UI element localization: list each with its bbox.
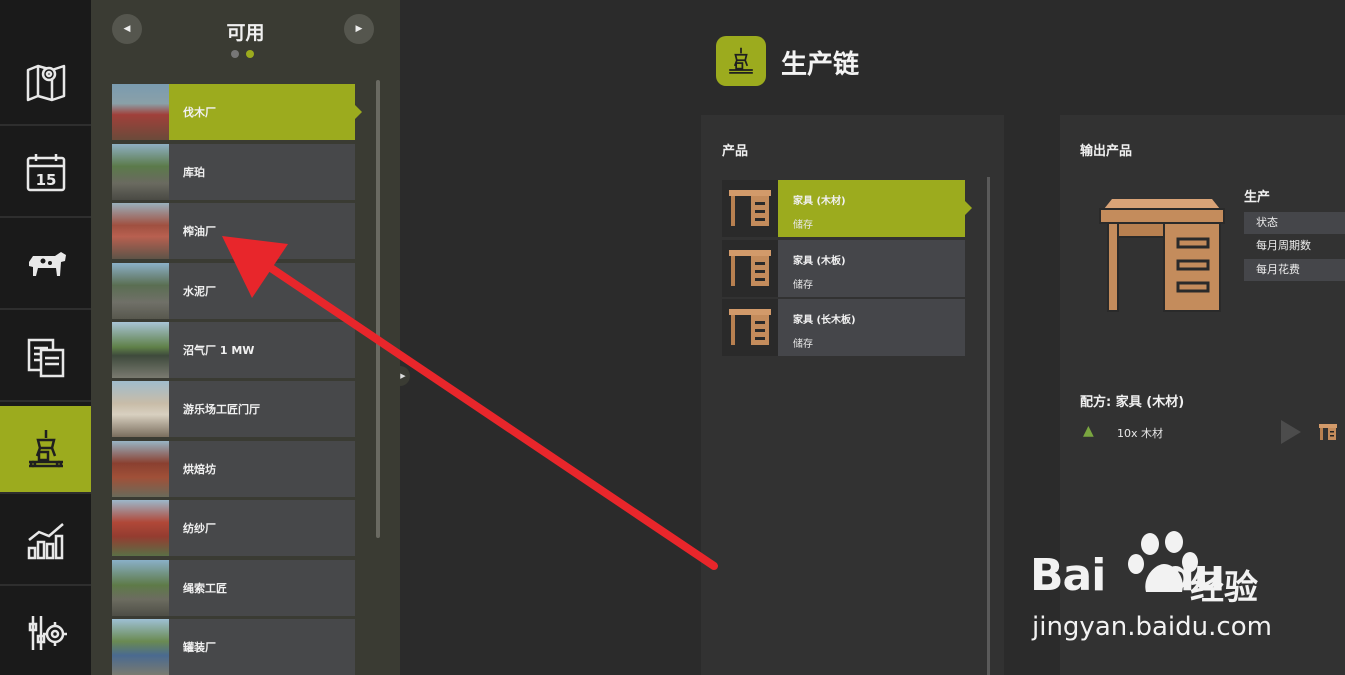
stat-cycles: 每月周期数	[1256, 239, 1311, 252]
thumbnail	[112, 322, 169, 378]
product-name: 家具 (长木板)	[793, 315, 856, 326]
thumbnail	[112, 263, 169, 319]
play-icon	[1281, 420, 1301, 444]
thumbnail	[112, 144, 169, 200]
desk-icon	[722, 299, 778, 356]
desk-icon	[1099, 199, 1225, 312]
recipe-input: 10x 木材	[1117, 427, 1164, 440]
list-scrollbar[interactable]	[376, 80, 380, 538]
list-item-label: 烘焙坊	[183, 463, 216, 476]
list-item[interactable]: 伐木厂	[112, 84, 362, 140]
list-item[interactable]: 纺纱厂	[112, 500, 355, 556]
list-item-label: 伐木厂	[183, 106, 216, 119]
baidu-watermark: Bai du 经验 jingyan.baidu.com	[1030, 530, 1330, 645]
page-title: 生产链	[781, 50, 860, 80]
list-item[interactable]: 库珀	[112, 144, 355, 200]
product-item[interactable]: 家具 (长木板) 储存	[722, 299, 965, 356]
next-arrow-icon: ▶	[355, 24, 363, 34]
list-item[interactable]: 游乐场工匠门厅	[112, 381, 355, 437]
nav-stats[interactable]	[0, 498, 91, 586]
list-item[interactable]: 罐装厂	[112, 619, 355, 675]
product-item[interactable]: 家具 (木材) 储存	[722, 180, 972, 237]
products-panel: 产品 家具 (木材) 储存 家具 (木板) 储存 家具 (长木板) 储存	[701, 115, 1004, 675]
list-item-label: 水泥厂	[183, 285, 216, 298]
chevron-right-icon: ▶	[400, 372, 406, 380]
nav-production[interactable]	[0, 406, 99, 494]
page-dot-active[interactable]	[246, 50, 254, 58]
thumbnail	[112, 381, 169, 437]
desk-icon	[1319, 424, 1337, 440]
panel-collapse-handle[interactable]: ▶	[396, 366, 410, 386]
list-item-label: 游乐场工匠门厅	[183, 403, 260, 416]
list-item-label: 罐装厂	[183, 641, 216, 654]
list-item-label: 库珀	[183, 166, 205, 179]
products-scrollbar[interactable]	[987, 177, 990, 675]
recipe-title: 配方: 家具 (木材)	[1080, 395, 1185, 410]
production-icon	[28, 430, 63, 468]
calendar-icon: 15	[26, 154, 65, 192]
nav-rail: 15	[0, 0, 99, 675]
thumbnail	[112, 619, 169, 675]
nav-animals[interactable]	[0, 222, 91, 310]
products-title: 产品	[722, 144, 749, 159]
app-root: 15 ◀ 可用 ▶ 伐木厂 库珀 榨油厂 水泥厂 沼气厂 1 MW 游乐场工匠门…	[0, 0, 1345, 675]
list-item[interactable]: 烘焙坊	[112, 441, 355, 497]
watermark-url: jingyan.baidu.com	[1032, 612, 1272, 642]
production-chain-icon	[716, 36, 766, 86]
animals-icon	[28, 252, 66, 276]
product-status: 储存	[793, 339, 813, 350]
list-item-label: 绳索工匠	[183, 582, 227, 595]
list-item[interactable]: 榨油厂	[112, 203, 355, 259]
nav-settings[interactable]	[0, 590, 91, 675]
stats-icon	[27, 523, 64, 560]
tree-icon: ▲	[1083, 423, 1094, 439]
svg-text:15: 15	[35, 171, 56, 189]
output-title: 输出产品	[1080, 144, 1133, 159]
list-item-label: 沼气厂 1 MW	[183, 344, 255, 357]
settings-icon	[28, 616, 67, 650]
thumbnail	[112, 560, 169, 616]
thumbnail	[112, 203, 169, 259]
next-page-button[interactable]: ▶	[344, 14, 374, 44]
list-item[interactable]: 绳索工匠	[112, 560, 355, 616]
list-header: ◀ 可用 ▶	[91, 0, 400, 70]
stat-costs: 每月花费	[1244, 259, 1345, 281]
thumbnail	[112, 441, 169, 497]
page-dot[interactable]	[231, 50, 239, 58]
product-status: 储存	[793, 280, 813, 291]
thumbnail	[112, 500, 169, 556]
map-icon	[26, 64, 65, 102]
page-indicator	[231, 50, 254, 58]
contracts-icon	[27, 338, 64, 378]
list-item[interactable]: 水泥厂	[112, 263, 355, 319]
thumbnail	[112, 84, 169, 140]
product-item[interactable]: 家具 (木板) 储存	[722, 240, 965, 297]
product-name: 家具 (木板)	[793, 256, 846, 267]
list-item[interactable]: 沼气厂 1 MW	[112, 322, 355, 378]
desk-icon	[722, 240, 778, 297]
product-status: 储存	[793, 220, 813, 231]
desk-icon	[722, 180, 778, 237]
list-item-label: 纺纱厂	[183, 522, 216, 535]
watermark-cn: 经验	[1190, 568, 1258, 608]
stat-status: 状态	[1244, 212, 1345, 234]
list-item-label: 榨油厂	[183, 225, 216, 238]
nav-contracts[interactable]	[0, 314, 91, 402]
nav-calendar[interactable]: 15	[0, 130, 91, 218]
production-list-panel: ◀ 可用 ▶ 伐木厂 库珀 榨油厂 水泥厂 沼气厂 1 MW 游乐场工匠门厅 烘…	[91, 0, 400, 675]
nav-map[interactable]	[0, 38, 91, 126]
production-label: 生产	[1244, 190, 1271, 205]
product-name: 家具 (木材)	[793, 196, 846, 207]
